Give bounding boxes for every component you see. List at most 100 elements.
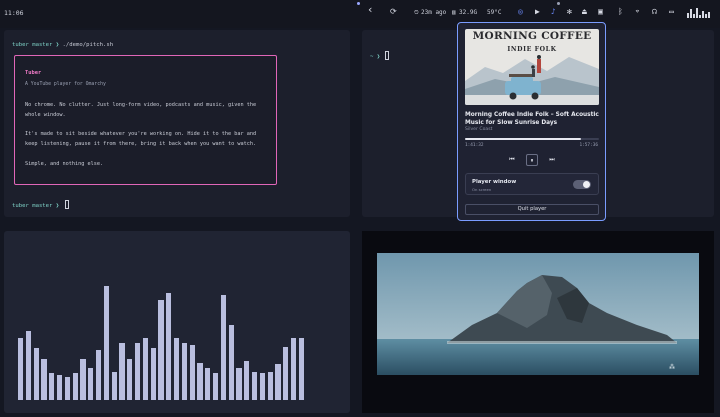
workspace-indicator-2[interactable] — [557, 2, 560, 5]
top-bar: 11:06 ‹ ⟳ ⏲ 23m ago ▥ 32.9G 59°C ◎ ▶ ♪ ✻… — [0, 0, 720, 28]
next-button[interactable]: ⏭ — [546, 154, 558, 166]
player-window-toggle[interactable] — [573, 180, 591, 189]
toggle-knob — [583, 181, 590, 188]
visualizer-bar — [236, 368, 242, 400]
track-artist: Silver Coast — [465, 127, 493, 132]
player-window-toggle-card[interactable]: Player window On screen — [465, 173, 599, 195]
visualizer-bar — [135, 343, 141, 400]
total-duration: 1:57:36 — [579, 143, 598, 148]
bell-icon[interactable]: ♪ — [551, 7, 556, 17]
elapsed-time: 1:41:32 — [465, 143, 484, 148]
quit-player-button[interactable]: Quit player — [465, 204, 599, 215]
visualizer-bar — [96, 350, 102, 400]
settings-icon[interactable]: ✻ — [567, 7, 572, 17]
visualizer-bar — [189, 345, 195, 400]
visualizer-bar — [244, 361, 250, 400]
visualizer-bar — [80, 359, 86, 400]
readme-paragraph-1: No chrome. No clutter. Just long-form vi… — [25, 102, 257, 118]
previous-button[interactable]: ⏮ — [506, 154, 518, 166]
prompt-symbol: ~ ❯ — [370, 54, 381, 60]
updates-icon[interactable]: ⟳ — [390, 7, 397, 17]
cover-title-line2: INDIE FOLK — [507, 46, 557, 53]
prompt-dir: tuber master — [12, 42, 53, 48]
readme-box: Tuber A YouTube player for Omarchy No ch… — [14, 55, 277, 185]
temperature-status[interactable]: 59°C — [487, 9, 501, 16]
readme-title: Tuber — [25, 70, 42, 76]
visualizer-bar — [72, 373, 78, 400]
visualizer-bar — [25, 331, 31, 400]
visualizer-bar — [142, 338, 148, 400]
visualizer-bar — [166, 293, 172, 400]
visualizer-bar — [275, 364, 281, 400]
pause-button[interactable]: ⏸ — [526, 154, 538, 166]
visualizer-bar — [88, 368, 94, 400]
prompt-symbol: ❯ — [55, 203, 60, 209]
visualizer-bar — [64, 377, 70, 400]
equalizer-icon[interactable] — [687, 8, 711, 18]
memory-status[interactable]: 32.9G — [459, 9, 477, 16]
visualizer-bar — [174, 338, 180, 400]
visualizer-bar — [298, 338, 304, 400]
visualizer-bar — [18, 338, 24, 400]
terminal-prompt-right[interactable]: ~ ❯ — [370, 51, 390, 60]
album-cover: MORNING COFFEE INDIE FOLK — [465, 29, 599, 105]
visualizer-bar — [197, 363, 203, 400]
readme-subtitle: A YouTube player for Omarchy — [25, 82, 106, 87]
monitor-icon[interactable]: ▭ — [669, 7, 674, 17]
audio-visualizer — [4, 231, 350, 413]
back-chevron-icon[interactable]: ‹ — [367, 4, 374, 15]
progress-fill — [465, 138, 581, 140]
visualizer-bar — [49, 373, 55, 400]
visualizer-bar — [103, 286, 109, 400]
headphones-icon[interactable]: ☊ — [652, 7, 657, 17]
player-window-label: Player window — [472, 179, 517, 185]
visualizer-bar — [57, 375, 63, 400]
cursor — [385, 51, 390, 60]
visualizer-bar — [205, 368, 211, 400]
workspace-indicator-1[interactable] — [357, 2, 360, 5]
visualizer-bar — [111, 372, 117, 400]
clock[interactable]: 11:06 — [4, 9, 24, 17]
prompt-dir: tuber master — [12, 203, 53, 209]
visualizer-bar — [213, 373, 219, 400]
visualizer-bar — [267, 372, 273, 400]
player-window-status: On screen — [472, 187, 492, 192]
visualizer-bar — [150, 348, 156, 400]
progress-bar[interactable] — [465, 138, 599, 140]
visualizer-bar — [228, 325, 234, 400]
visualizer-bar — [41, 359, 47, 400]
command-text: ./demo/pitch.sh — [62, 42, 114, 48]
music-player-popup: MORNING COFFEE INDIE FOLK Morning Coffee… — [457, 22, 606, 221]
readme-paragraph-3: Simple, and nothing else. — [25, 161, 104, 167]
visualizer-bar — [252, 372, 258, 400]
video-player-pane[interactable]: ⁂ — [362, 231, 714, 413]
visualizer-bar — [127, 359, 133, 400]
visualizer-bar — [119, 343, 125, 400]
prompt-symbol: ❯ — [55, 42, 60, 48]
readme-paragraph-2: It's made to sit beside whatever you're … — [25, 131, 257, 147]
cover-title-line1: MORNING COFFEE — [472, 30, 592, 42]
visualizer-bar — [181, 343, 187, 400]
visualizer-bar — [33, 348, 39, 400]
video-frame[interactable]: ⁂ — [377, 253, 699, 375]
terminal-prompt-line[interactable]: tuber master ❯ — [12, 200, 69, 209]
memory-icon: ▥ — [452, 9, 456, 16]
audio-visualizer-pane — [4, 231, 350, 413]
youtube-icon[interactable]: ▶ — [535, 7, 540, 17]
track-title: Morning Coffee Indie Folk – Soft Acousti… — [465, 112, 599, 126]
uptime-clock-icon: ⏲ — [414, 9, 419, 16]
eject-icon[interactable]: ⏏ — [582, 7, 587, 17]
visualizer-bar — [158, 300, 164, 400]
visualizer-bar — [283, 347, 289, 400]
visualizer-bar — [291, 338, 297, 400]
visualizer-bar — [259, 373, 265, 400]
bluetooth-icon[interactable]: ᛒ — [618, 7, 623, 17]
camera-icon[interactable]: ▣ — [598, 7, 603, 17]
wifi-icon[interactable]: ⌔ — [635, 7, 640, 17]
visualizer-bar — [220, 295, 226, 400]
terminal-command-line: tuber master ❯ ./demo/pitch.sh — [12, 42, 113, 48]
whatsapp-icon[interactable]: ◎ — [518, 7, 523, 17]
svg-text:⁂: ⁂ — [669, 364, 675, 371]
uptime-status[interactable]: 23m ago — [421, 9, 446, 16]
cursor — [64, 200, 69, 209]
